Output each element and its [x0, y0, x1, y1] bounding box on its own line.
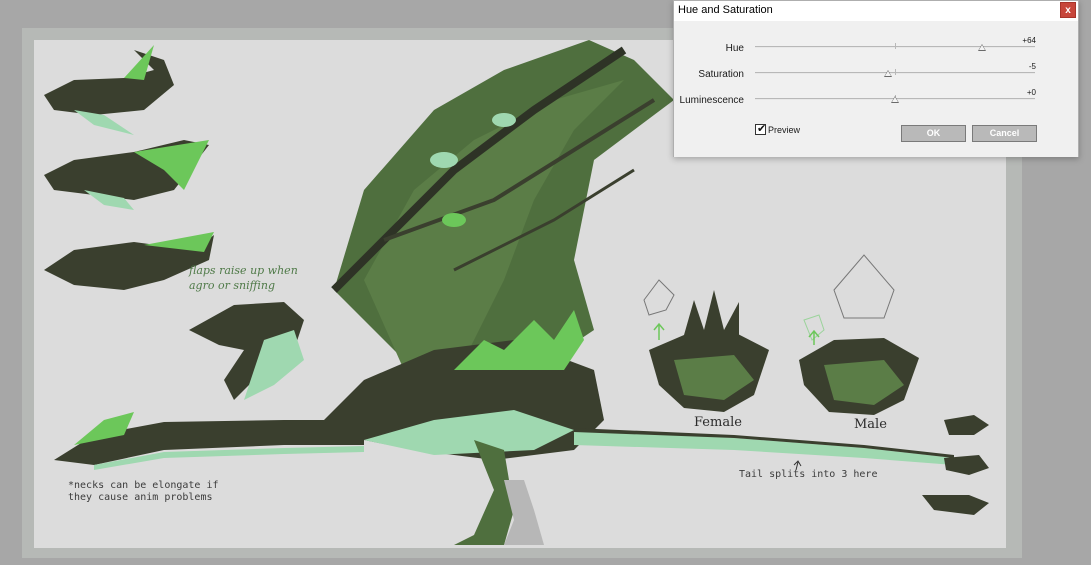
- hue-slider[interactable]: [755, 43, 1035, 51]
- arrow: [653, 322, 665, 340]
- saturation-label: Saturation: [698, 69, 744, 80]
- hue-slider-thumb[interactable]: [977, 44, 986, 51]
- dialog-title: Hue and Saturation: [678, 4, 773, 16]
- saturation-slider-row: Saturation -5: [674, 62, 1078, 89]
- female-sketch: [643, 279, 675, 316]
- ok-button[interactable]: OK: [901, 125, 966, 142]
- saturation-slider[interactable]: [755, 69, 1035, 77]
- cancel-button[interactable]: Cancel: [972, 125, 1037, 142]
- checkmark-icon: ✔: [757, 123, 767, 135]
- dialog-titlebar[interactable]: Hue and Saturation x: [674, 1, 1078, 21]
- necks-annotation: *necks can be elongate if they cause ani…: [68, 480, 219, 503]
- tail-tip: [922, 495, 989, 515]
- luminescence-label: Luminescence: [679, 95, 744, 106]
- hue-label: Hue: [725, 43, 744, 54]
- wing-spot: [430, 152, 458, 168]
- male-label: Male: [854, 417, 887, 432]
- dragon-tail: [574, 430, 954, 465]
- male-sketch: [833, 254, 895, 319]
- tail-tip: [944, 415, 989, 435]
- close-button[interactable]: x: [1060, 2, 1076, 18]
- dialog-body: Hue +64 Saturation -5 Luminescence +0 ✔ …: [674, 21, 1078, 157]
- tail-tip: [944, 455, 989, 475]
- flaps-annotation: flaps raise up when agro or sniffing: [189, 264, 298, 292]
- luminescence-slider[interactable]: [755, 95, 1035, 103]
- wing-spot: [442, 213, 466, 227]
- hue-saturation-dialog: Hue and Saturation x Hue +64 Saturation …: [673, 0, 1079, 157]
- preview-label[interactable]: Preview: [768, 125, 800, 135]
- luminescence-slider-thumb[interactable]: [891, 96, 899, 103]
- luminescence-slider-row: Luminescence +0: [674, 88, 1078, 115]
- arrow: [808, 329, 820, 345]
- wing-spot: [492, 113, 516, 127]
- head-sketch-1: [44, 50, 174, 115]
- hue-slider-row: Hue +64: [674, 36, 1078, 63]
- slider-center-tick: [895, 43, 896, 49]
- preview-checkbox[interactable]: ✔: [755, 123, 767, 135]
- luminescence-value: +0: [1026, 88, 1036, 97]
- female-label: Female: [694, 415, 742, 430]
- slider-center-tick: [895, 69, 896, 75]
- female-head-frills: [684, 290, 739, 335]
- hue-value: +64: [1022, 36, 1036, 45]
- saturation-value: -5: [1028, 62, 1036, 71]
- saturation-slider-thumb[interactable]: [884, 70, 892, 77]
- tail-annotation: Tail splits into 3 here: [739, 469, 878, 480]
